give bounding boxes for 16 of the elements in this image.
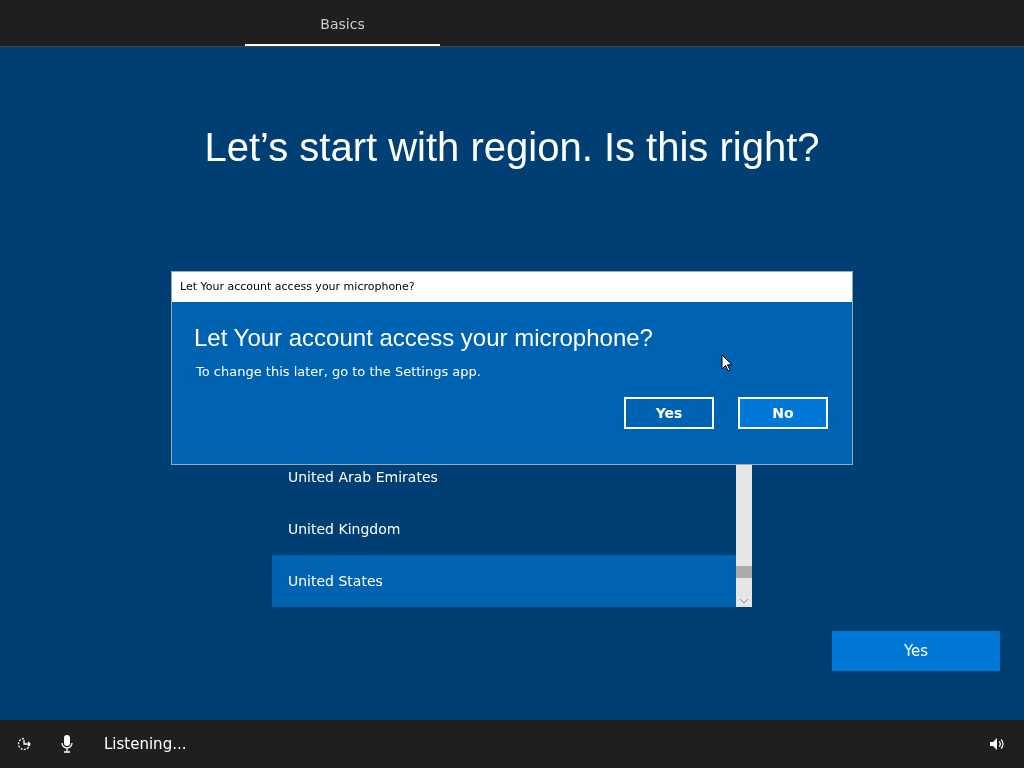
page-heading: Let’s start with region. Is this right?	[203, 125, 821, 170]
dialog-button[interactable]: Yes	[624, 397, 714, 429]
ease-of-access-icon[interactable]	[16, 736, 32, 752]
microphone-icon[interactable]	[61, 735, 73, 753]
dialog-heading: Let Your account access your microphone?	[194, 324, 654, 352]
mouse-cursor-icon	[721, 354, 733, 372]
scrollbar-thumb[interactable]	[736, 566, 752, 578]
yes-button[interactable]: Yes	[832, 631, 1000, 671]
dialog-message: To change this later, go to the Settings app.	[196, 364, 482, 379]
region-item[interactable]: United States	[272, 555, 736, 607]
region-item[interactable]: United Kingdom	[272, 503, 736, 555]
status-text: Listening...	[104, 735, 187, 753]
dialog-button[interactable]: No	[738, 397, 828, 429]
speaker-icon[interactable]	[989, 737, 1005, 751]
dialog-title: Let Your account access your microphone?	[172, 272, 852, 302]
chevron-down-icon[interactable]	[739, 598, 749, 604]
